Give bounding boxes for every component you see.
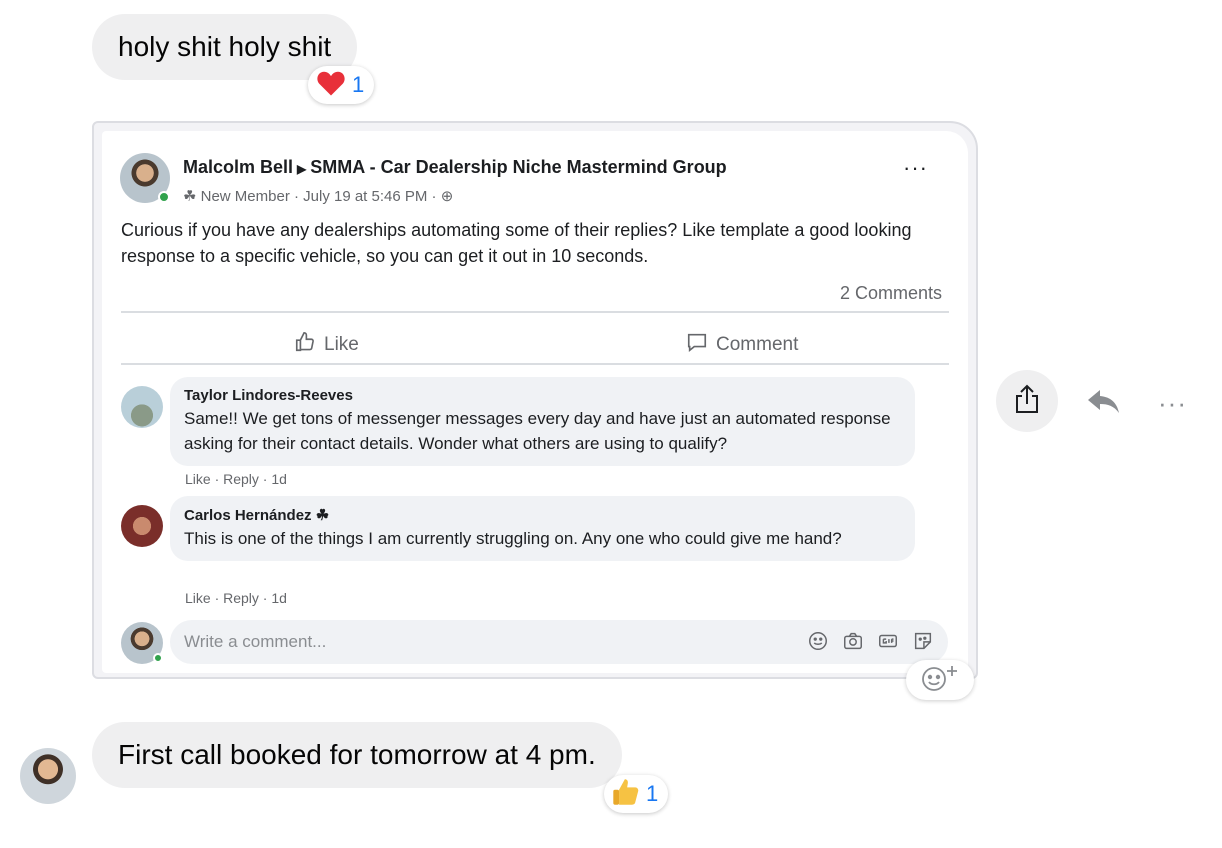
online-indicator	[153, 653, 163, 663]
caret-right-icon: ▶	[297, 162, 307, 176]
member-badge-icon: ☘	[315, 507, 330, 524]
gif-icon	[877, 630, 899, 657]
member-badge-icon: ☘	[183, 188, 197, 205]
reply-button[interactable]	[1086, 386, 1122, 421]
comment: Carlos Hernández ☘ This is one of the th…	[170, 496, 915, 561]
group-name: SMMA - Car Dealership Niche Mastermind G…	[310, 157, 727, 177]
comments-count: 2 Comments	[839, 283, 942, 303]
write-comment-placeholder: Write a comment...	[184, 632, 327, 651]
more-options-button[interactable]: ···	[1158, 388, 1187, 419]
comment-actions: Like · Reply · 1d	[185, 471, 287, 487]
thumbs-up-icon	[612, 777, 640, 812]
message-text: holy shit holy shit	[118, 31, 332, 62]
camera-icon	[842, 630, 864, 657]
comment-text: This is one of the things I am currently…	[184, 529, 842, 548]
share-button[interactable]	[996, 370, 1058, 432]
avatar	[121, 505, 163, 547]
avatar	[121, 386, 163, 428]
reaction-count: 1	[352, 72, 365, 97]
post-text: Curious if you have any dealerships auto…	[121, 220, 912, 266]
facebook-post: Malcolm Bell ▶ SMMA - Car Dealership Niche…	[102, 131, 968, 673]
comment-button: Comment	[686, 331, 798, 359]
commenter-name-text: Carlos Hernández	[184, 507, 312, 524]
message-reaction[interactable]: 1	[308, 66, 375, 104]
message-bubble[interactable]: First call booked for tomorrow at 4 pm.	[92, 722, 622, 788]
like-label: Like	[324, 334, 359, 355]
sender-avatar[interactable]	[20, 748, 76, 804]
author-name: Malcolm Bell	[183, 157, 294, 177]
commenter-name: Carlos Hernández ☘	[184, 506, 901, 524]
message-text: First call booked for tomorrow at 4 pm.	[118, 739, 596, 770]
comment: Taylor Lindores-Reeves Same!! We get ton…	[170, 377, 915, 466]
add-reaction-button[interactable]	[906, 660, 974, 700]
thumbs-up-icon	[294, 331, 316, 359]
divider	[121, 363, 949, 365]
comment-tools	[807, 630, 934, 657]
write-comment-field: Write a comment...	[170, 620, 948, 664]
divider	[121, 311, 949, 313]
reply-icon	[1086, 390, 1122, 420]
post-meta: ☘ New Member · July 19 at 5:46 PM · ⊕	[183, 187, 453, 205]
comment-actions: Like · Reply · 1d	[185, 590, 287, 606]
comment-text: Same!! We get tons of messenger messages…	[184, 409, 891, 453]
heart-icon	[316, 69, 346, 102]
share-icon	[1013, 383, 1041, 420]
add-emoji-icon	[918, 663, 962, 698]
emoji-icon	[807, 630, 829, 657]
sticker-icon	[912, 630, 934, 657]
commenter-name: Taylor Lindores-Reeves	[184, 387, 353, 404]
post-meta-text: New Member · July 19 at 5:46 PM ·	[200, 188, 437, 205]
post-author: Malcolm Bell ▶ SMMA - Car Dealership Niche…	[183, 157, 727, 178]
comment-icon	[686, 331, 708, 359]
globe-icon: ⊕	[440, 188, 454, 205]
comment-label: Comment	[716, 334, 799, 355]
shared-screenshot[interactable]: Malcolm Bell ▶ SMMA - Car Dealership Niche…	[92, 121, 978, 679]
reaction-count: 1	[646, 781, 659, 806]
online-indicator	[158, 191, 170, 203]
like-button: Like	[294, 331, 359, 359]
more-options-icon: ···	[903, 155, 928, 180]
message-reaction[interactable]: 1	[604, 775, 669, 813]
